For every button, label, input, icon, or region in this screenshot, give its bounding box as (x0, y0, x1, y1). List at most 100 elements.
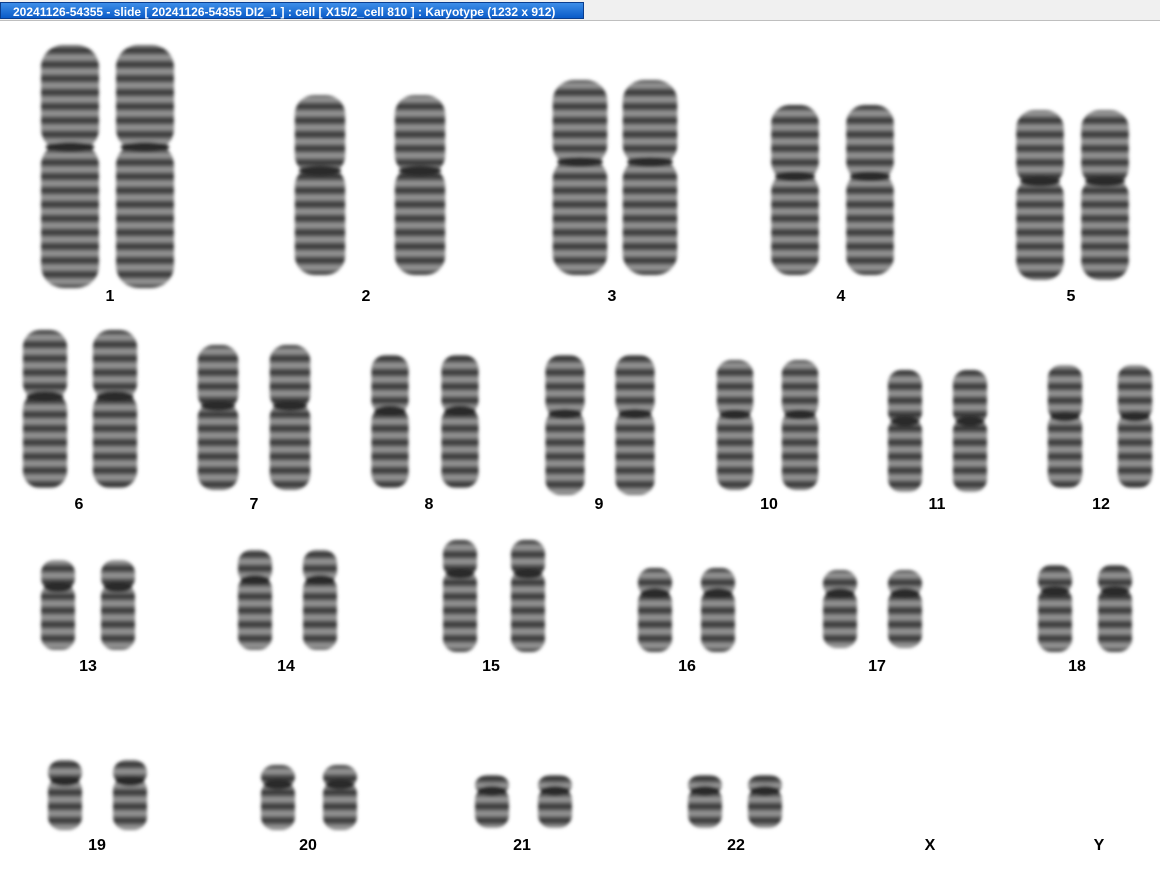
chromosome-right[interactable] (1117, 365, 1153, 488)
chromosome-pair-15[interactable] (443, 540, 545, 652)
centromere (444, 405, 476, 416)
chromosome-left[interactable] (371, 355, 409, 488)
centromere (1085, 176, 1125, 187)
chromosome-left[interactable] (688, 775, 722, 828)
chromosome-right[interactable] (101, 560, 135, 650)
chromosome-arm-p (846, 105, 894, 181)
chromosome-arm-q (638, 589, 672, 652)
chromosome-left[interactable] (261, 765, 295, 830)
chromosome-right[interactable] (323, 765, 357, 830)
chromosome-pair-10[interactable] (716, 360, 819, 490)
chromosome-pair-2[interactable] (294, 95, 446, 275)
chromosome-pair-13[interactable] (41, 560, 135, 650)
chromosome-right[interactable] (113, 760, 147, 830)
chromosome-left[interactable] (22, 330, 68, 488)
chromosome-right[interactable] (952, 370, 988, 492)
chromosome-arm-p (771, 105, 819, 181)
chromosome-pair-6[interactable] (22, 330, 138, 488)
chromosome-pair-20[interactable] (261, 765, 357, 830)
chromosome-pair-8[interactable] (371, 355, 479, 488)
chromosome-pair-7[interactable] (197, 345, 311, 490)
chromosome-label-14: 14 (277, 658, 295, 675)
chromosome-pair-21[interactable] (475, 775, 572, 828)
chromosome-pair-1[interactable] (41, 45, 174, 288)
chromosome-pair-9[interactable] (545, 355, 655, 495)
chromosome-pair-14[interactable] (238, 550, 337, 650)
chromosome-pair-3[interactable] (552, 80, 678, 275)
chromosome-label-15: 15 (482, 658, 500, 675)
chromosome-pair-16[interactable] (638, 568, 735, 652)
chromosome-arm-q (701, 589, 735, 652)
chromosome-pair-4[interactable] (771, 105, 894, 275)
chromosome-right[interactable] (622, 80, 678, 275)
chromosome-label-18: 18 (1068, 658, 1086, 675)
chromosome-arm-q (545, 409, 585, 495)
chromosome-left[interactable] (823, 570, 857, 648)
chromosome-right[interactable] (781, 360, 819, 490)
chromosome-left[interactable] (197, 345, 239, 490)
chromosome-pair-18[interactable] (1038, 565, 1132, 652)
chromosome-left[interactable] (638, 568, 672, 652)
centromere (272, 400, 308, 411)
chromosome-label-22: 22 (727, 837, 745, 854)
chromosome-arm-q (269, 401, 311, 490)
chromosome-right[interactable] (538, 775, 572, 828)
chromosome-left[interactable] (443, 540, 477, 652)
chromosome-pair-5[interactable] (1016, 110, 1129, 280)
chromosome-right[interactable] (748, 775, 782, 828)
chromosome-arm-p (22, 330, 68, 401)
chromosome-right[interactable] (269, 345, 311, 490)
chromosome-arm-q (303, 576, 337, 650)
chromosome-left[interactable] (887, 370, 923, 492)
chromosome-pair-12[interactable] (1047, 365, 1153, 488)
centromere (627, 156, 673, 167)
chromosome-left[interactable] (238, 550, 272, 650)
chromosome-left[interactable] (48, 760, 82, 830)
chromosome-right[interactable] (701, 568, 735, 652)
window-title-bar: 20241126-54355 - slide [ 20241126-54355 … (0, 0, 1160, 21)
chromosome-right[interactable] (92, 330, 138, 488)
chromosome-left[interactable] (475, 775, 509, 828)
chromosome-label-17: 17 (868, 658, 886, 675)
chromosome-left[interactable] (41, 45, 99, 288)
chromosome-right[interactable] (888, 570, 922, 648)
chromosome-left[interactable] (1047, 365, 1083, 488)
chromosome-left[interactable] (552, 80, 608, 275)
chromosome-left[interactable] (41, 560, 75, 650)
chromosome-pair-19[interactable] (48, 760, 147, 830)
chromosome-right[interactable] (394, 95, 446, 275)
chromosome-left[interactable] (294, 95, 346, 275)
centromere (43, 582, 73, 592)
chromosome-right[interactable] (511, 540, 545, 652)
chromosome-right[interactable] (846, 105, 894, 275)
chromosome-pair-17[interactable] (823, 570, 922, 648)
centromere (825, 588, 855, 599)
chromosome-left[interactable] (1038, 565, 1072, 652)
centromere (719, 409, 751, 420)
chromosome-arm-q (371, 406, 409, 488)
chromosome-left[interactable] (545, 355, 585, 495)
karyogram-panel: 1 2 3 4 56 7 8 9 10 11 1213 14 15 16 17 1819 20 21 22 X Y (22, 45, 1153, 854)
centromere (513, 568, 543, 579)
chromosome-left[interactable] (771, 105, 819, 275)
centromere (50, 776, 80, 786)
chromosome-pair-11[interactable] (887, 370, 988, 492)
chromosome-label-1: 1 (106, 288, 115, 305)
chromosome-pair-22[interactable] (688, 775, 782, 828)
centromere (1020, 176, 1060, 187)
centromere (557, 156, 603, 167)
centromere (96, 391, 134, 402)
window-title-tab[interactable]: 20241126-54355 - slide [ 20241126-54355 … (0, 2, 584, 19)
chromosome-left[interactable] (716, 360, 754, 490)
chromosome-right[interactable] (441, 355, 479, 488)
chromosome-left[interactable] (1016, 110, 1064, 280)
chromosome-arm-p (92, 330, 138, 401)
centromere (305, 575, 335, 585)
chromosome-right[interactable] (303, 550, 337, 650)
chromosome-right[interactable] (1081, 110, 1129, 280)
chromosome-label-5: 5 (1067, 288, 1076, 305)
chromosome-right[interactable] (1098, 565, 1132, 652)
chromosome-right[interactable] (116, 45, 174, 288)
chromosome-right[interactable] (615, 355, 655, 495)
centromere (1050, 411, 1080, 422)
